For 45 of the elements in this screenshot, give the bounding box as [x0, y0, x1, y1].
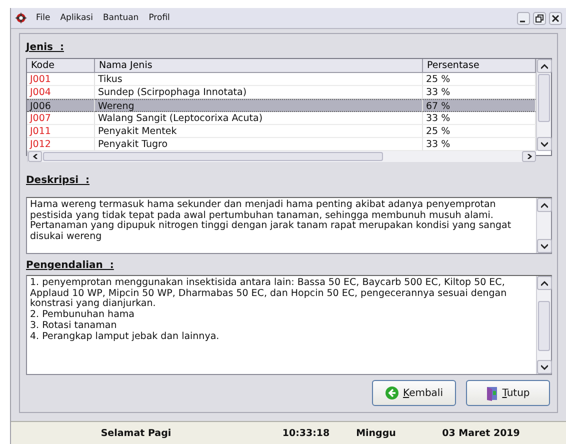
scrollbar[interactable] — [536, 276, 551, 374]
column-header[interactable]: Persentase — [423, 59, 536, 73]
scrollbar[interactable] — [536, 59, 551, 151]
arrow-right-icon[interactable] — [526, 154, 532, 159]
table-cell[interactable]: J001 — [27, 73, 95, 86]
arrow-down-icon[interactable] — [541, 244, 548, 248]
arrow-up-icon[interactable] — [541, 202, 548, 208]
text-area[interactable]: Hama wereng termasuk hama sekunder dan menjadi hama penting akibat adanya penyemprotan pestisida yang tidak tepat pada awal pertumbuhan tanaman, sehingga membunuh musuh alami. Pertanaman yang dipupuk nitrogen tinggi dengan jarak tanam rapat merupakan kondisi yang sangat disukai wereng — [26, 197, 552, 254]
close-button[interactable]: Tutup — [466, 380, 550, 406]
scrollbar[interactable] — [536, 198, 551, 253]
arrow-up-icon[interactable] — [541, 280, 548, 286]
arrow-left-icon — [385, 386, 399, 400]
table-cell[interactable]: J011 — [27, 125, 95, 138]
app-logo-icon[interactable] — [15, 12, 27, 24]
table-cell[interactable]: 67 % — [423, 99, 536, 112]
close-icon[interactable] — [549, 12, 562, 24]
table-cell[interactable]: Tikus — [95, 73, 423, 86]
arrow-left-icon[interactable] — [32, 154, 38, 159]
table-cell[interactable]: J006 — [27, 99, 95, 112]
table-cell[interactable]: Wereng — [95, 99, 423, 112]
text-area[interactable]: 1. penyemprotan menggunakan insektisida antara lain: Bassa 50 EC, Baycarb 500 EC, Kiltop 50 EC, Applaud 10 WP, Mipcin 50 WP, Dharmabas 50 EC, dan Hopcin 50 EC, pengecerannya sesuai dengan konstrasi yang dianjurkan. 2. Pembunuhan hama 3. Rotasi tanaman 4. Perangkap lamput jebak dan lainnya. — [26, 275, 552, 375]
status-text: Selamat Pagi — [100, 428, 172, 438]
status-text: Minggu — [356, 428, 396, 438]
arrow-up-icon[interactable] — [541, 64, 548, 68]
section-label: Pengendalian : — [26, 260, 114, 271]
table-cell[interactable]: Penyakit Mentek — [95, 125, 423, 138]
scrollbar[interactable] — [27, 151, 536, 162]
menu-item[interactable]: Profil — [144, 13, 175, 23]
door-icon — [486, 386, 498, 400]
table-cell[interactable]: Walang Sangit (Leptocorixa Acuta) — [95, 112, 423, 125]
section-label: Jenis : — [26, 42, 64, 53]
arrow-down-icon[interactable] — [541, 364, 548, 370]
minimize-icon[interactable] — [517, 12, 530, 24]
column-header[interactable]: Kode — [27, 59, 95, 73]
back-button[interactable]: Kembali — [372, 380, 456, 406]
menu-item[interactable]: Bantuan — [98, 13, 144, 23]
column-header[interactable]: Nama Jenis — [95, 59, 423, 73]
menu-item[interactable]: Aplikasi — [55, 13, 98, 23]
status-text: 10:33:18 — [282, 428, 330, 438]
restore-icon[interactable] — [533, 12, 546, 24]
table-cell[interactable]: J007 — [27, 112, 95, 125]
arrow-down-icon[interactable] — [541, 142, 548, 146]
menu-item[interactable]: File — [31, 13, 56, 23]
status-text: 03 Maret 2019 — [442, 428, 520, 438]
section-label: Deskripsi : — [26, 175, 90, 186]
